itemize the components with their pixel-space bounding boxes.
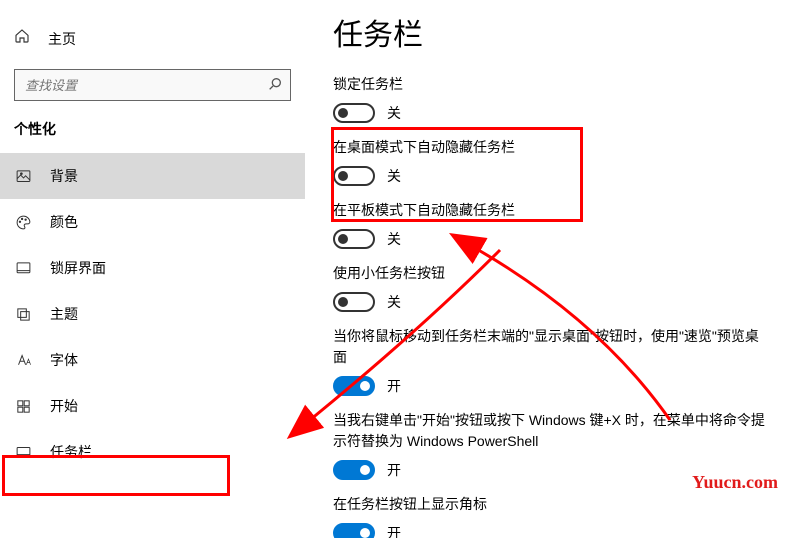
search-input[interactable] xyxy=(14,69,291,101)
toggle-state-text: 关 xyxy=(387,166,401,186)
toggle-state-text: 关 xyxy=(387,229,401,249)
setting-2: 在平板模式下自动隐藏任务栏关 xyxy=(333,200,770,249)
watermark: Yuucn.com xyxy=(692,472,778,493)
nav-label: 颜色 xyxy=(50,212,78,232)
toggle-switch[interactable] xyxy=(333,523,375,538)
sidebar-item-taskbar[interactable]: 任务栏 xyxy=(0,429,305,475)
palette-icon xyxy=(14,214,32,231)
toggle-switch[interactable] xyxy=(333,460,375,480)
toggle-state-text: 开 xyxy=(387,376,401,396)
sidebar-item-fonts[interactable]: 字体 xyxy=(0,337,305,383)
sidebar-item-start[interactable]: 开始 xyxy=(0,383,305,429)
home-label: 主页 xyxy=(48,29,76,49)
lockscreen-icon xyxy=(14,260,32,277)
toggle-switch[interactable] xyxy=(333,166,375,186)
sidebar-item-colors[interactable]: 颜色 xyxy=(0,199,305,245)
setting-3: 使用小任务栏按钮关 xyxy=(333,263,770,312)
picture-icon xyxy=(14,168,32,185)
setting-label: 在桌面模式下自动隐藏任务栏 xyxy=(333,137,770,158)
search-icon xyxy=(267,76,283,97)
setting-5: 当我右键单击"开始"按钮或按下 Windows 键+X 时，在菜单中将命令提示符… xyxy=(333,410,770,480)
setting-label: 当我右键单击"开始"按钮或按下 Windows 键+X 时，在菜单中将命令提示符… xyxy=(333,410,770,452)
setting-label: 当你将鼠标移动到任务栏末端的"显示桌面"按钮时，使用"速览"预览桌面 xyxy=(333,326,770,368)
page-title: 任务栏 xyxy=(333,10,770,54)
home-link[interactable]: 主页 xyxy=(0,28,305,69)
toggle-switch[interactable] xyxy=(333,229,375,249)
main-content: 任务栏 锁定任务栏关在桌面模式下自动隐藏任务栏关在平板模式下自动隐藏任务栏关使用… xyxy=(305,0,788,538)
sidebar-item-background[interactable]: 背景 xyxy=(0,153,305,199)
search-box[interactable] xyxy=(14,69,291,101)
setting-label: 在平板模式下自动隐藏任务栏 xyxy=(333,200,770,221)
start-icon xyxy=(14,398,32,415)
sidebar-item-lockscreen[interactable]: 锁屏界面 xyxy=(0,245,305,291)
toggle-switch[interactable] xyxy=(333,292,375,312)
nav-label: 任务栏 xyxy=(50,442,92,462)
font-icon xyxy=(14,352,32,369)
nav-label: 锁屏界面 xyxy=(50,258,106,278)
nav-label: 背景 xyxy=(50,166,78,186)
setting-4: 当你将鼠标移动到任务栏末端的"显示桌面"按钮时，使用"速览"预览桌面开 xyxy=(333,326,770,396)
setting-6: 在任务栏按钮上显示角标开 xyxy=(333,494,770,538)
setting-0: 锁定任务栏关 xyxy=(333,74,770,123)
toggle-state-text: 开 xyxy=(387,460,401,480)
toggle-switch[interactable] xyxy=(333,103,375,123)
nav-label: 开始 xyxy=(50,396,78,416)
toggle-state-text: 关 xyxy=(387,103,401,123)
setting-label: 使用小任务栏按钮 xyxy=(333,263,770,284)
toggle-state-text: 开 xyxy=(387,523,401,538)
home-icon xyxy=(14,28,30,49)
setting-label: 锁定任务栏 xyxy=(333,74,770,95)
theme-icon xyxy=(14,306,32,323)
sidebar: 主页 个性化 背景 颜色 锁屏界面 主题 字体 xyxy=(0,0,305,538)
toggle-switch[interactable] xyxy=(333,376,375,396)
setting-label: 在任务栏按钮上显示角标 xyxy=(333,494,770,515)
nav-label: 字体 xyxy=(50,350,78,370)
sidebar-item-themes[interactable]: 主题 xyxy=(0,291,305,337)
toggle-state-text: 关 xyxy=(387,292,401,312)
setting-1: 在桌面模式下自动隐藏任务栏关 xyxy=(333,137,770,186)
taskbar-icon xyxy=(14,444,32,461)
section-title: 个性化 xyxy=(0,119,305,153)
nav-label: 主题 xyxy=(50,304,78,324)
